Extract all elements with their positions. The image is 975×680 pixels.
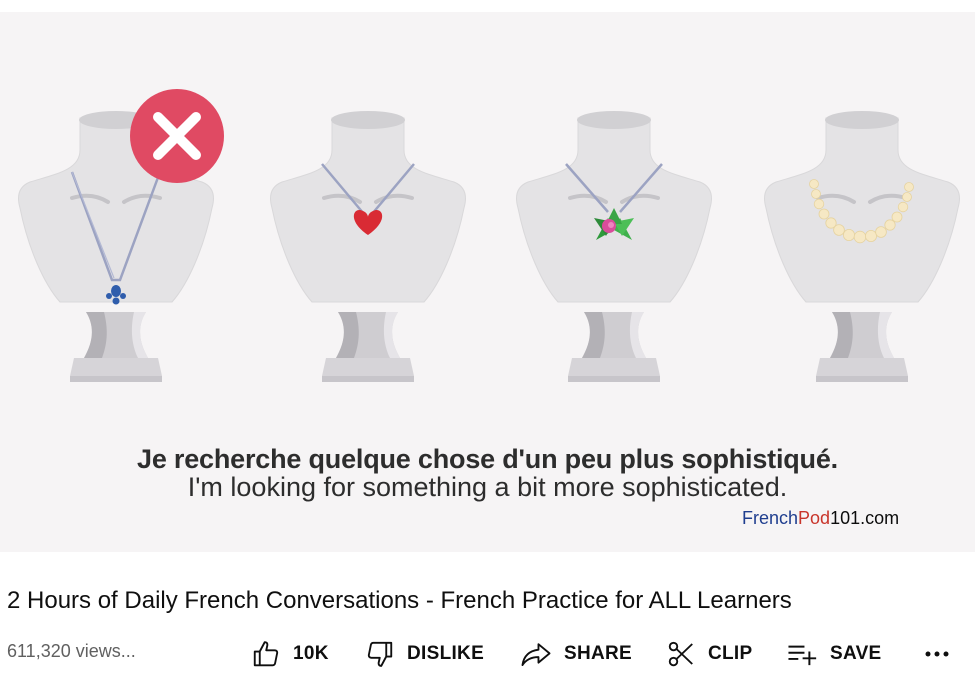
reject-x-icon (130, 89, 224, 183)
bust-4 (762, 109, 962, 384)
video-player[interactable]: Je recherche quelque chose d'un peu plus… (0, 0, 975, 552)
bust-2 (268, 109, 468, 384)
more-horizontal-icon (925, 651, 949, 657)
brand-part-3: 101.com (830, 508, 900, 528)
share-button[interactable]: SHARE (520, 636, 632, 672)
save-label: SAVE (830, 643, 882, 664)
share-label: SHARE (564, 643, 633, 664)
dislike-button[interactable]: DISLIKE (365, 636, 484, 672)
caption-english: I'm looking for something a bit more sop… (187, 472, 788, 502)
video-title: 2 Hours of Daily French Conversations - … (7, 587, 792, 614)
thumbs-down-icon (367, 641, 393, 667)
jewelry-busts-illustration (16, 89, 962, 384)
bust-3 (514, 109, 714, 384)
like-button[interactable]: 10K (251, 636, 329, 672)
dislike-label: DISLIKE (407, 643, 485, 664)
scissors-icon (668, 641, 693, 667)
view-count[interactable]: 611,320 views... (7, 641, 136, 662)
clip-button[interactable]: CLIP (666, 636, 752, 672)
share-arrow-icon (521, 643, 551, 666)
more-actions-button[interactable] (920, 636, 954, 672)
thumbs-up-icon (253, 641, 279, 667)
save-button[interactable]: SAVE (786, 636, 882, 672)
brand-part-1: French (742, 508, 799, 528)
video-frame-content: Je recherche quelque chose d'un peu plus… (0, 12, 975, 552)
playlist-add-icon (788, 645, 817, 666)
caption-french: Je recherche quelque chose d'un peu plus… (137, 444, 838, 474)
like-count: 10K (293, 643, 329, 664)
brand-logo: FrenchPod101.com (742, 508, 899, 529)
brand-part-2: Pod (798, 508, 831, 528)
clip-label: CLIP (708, 643, 753, 664)
